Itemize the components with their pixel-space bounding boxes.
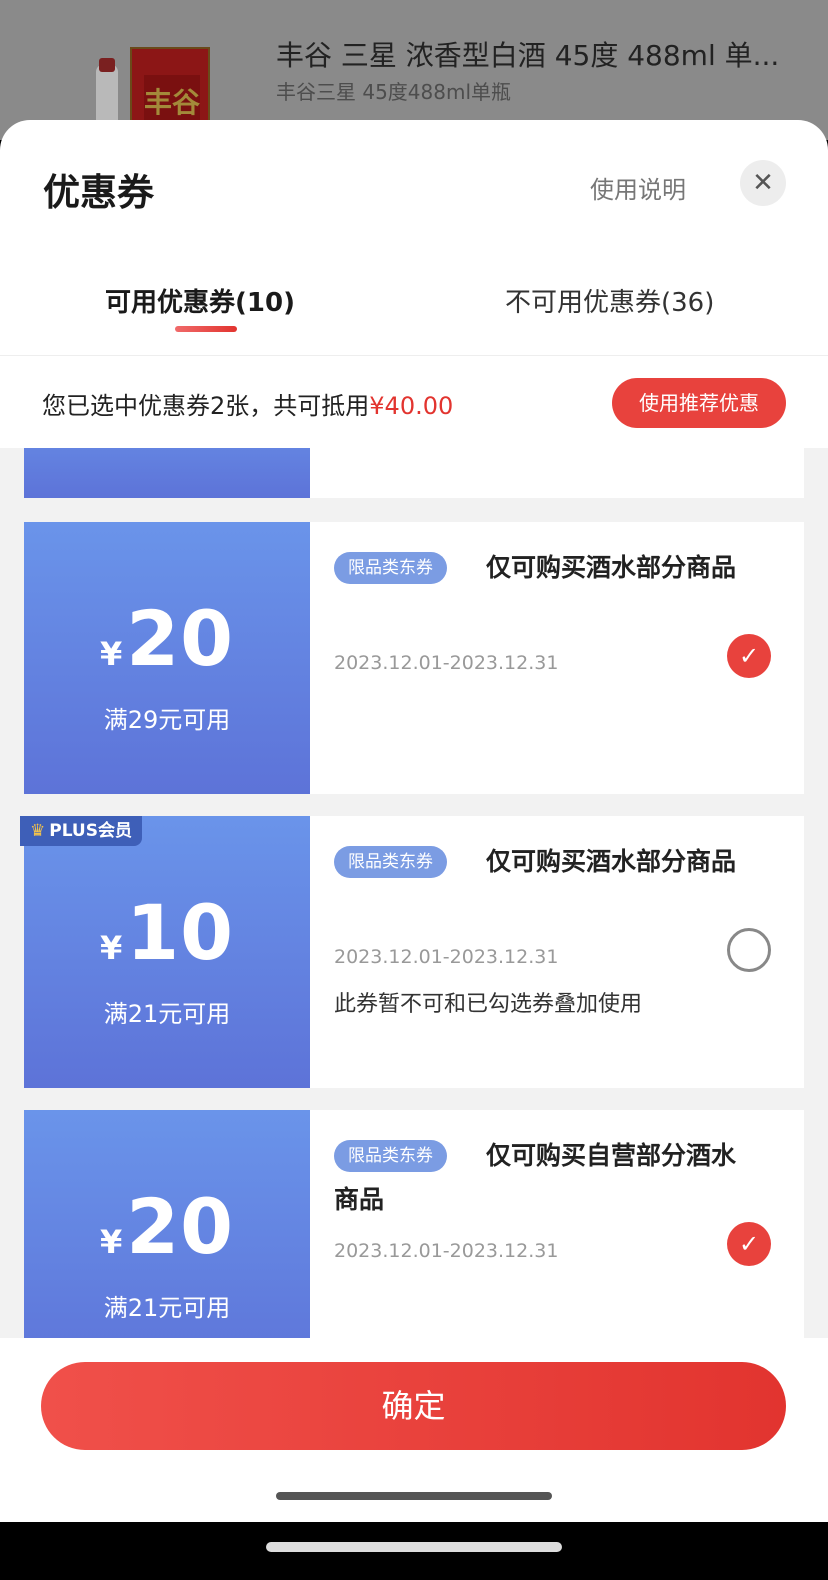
coupon-tag: 限品类东券 — [334, 552, 447, 584]
coupon-note: 此券暂不可和已勾选券叠加使用 — [334, 992, 643, 1017]
crown-icon: ♛ — [30, 821, 46, 841]
sheet-title: 优惠券 — [43, 171, 154, 214]
product-header: 丰谷 丰谷 三星 浓香型白酒 45度 488ml 单... 丰谷三星 45度48… — [0, 0, 828, 140]
product-subtitle: 丰谷三星 45度488ml单瓶 — [276, 80, 512, 104]
coupon-left-panel: ¥20 满29元可用 — [24, 522, 310, 794]
coupon-date-range: 2023.12.01-2023.12.31 — [334, 652, 559, 674]
coupon-card-partial[interactable] — [24, 448, 804, 498]
product-title: 丰谷 三星 浓香型白酒 45度 488ml 单... — [276, 39, 780, 72]
confirm-button[interactable]: 确定 — [41, 1362, 786, 1450]
currency-symbol: ¥ — [99, 1223, 123, 1261]
coupon-amount: ¥10 — [24, 888, 310, 977]
coupon-right-panel: 仅可购买酒水部分商品 限品类东券 2023.12.01-2023.12.31 ✓ — [310, 522, 804, 794]
coupon-list[interactable]: ¥20 满29元可用 仅可购买酒水部分商品 限品类东券 2023.12.01-2… — [0, 448, 828, 1338]
usage-instructions-link[interactable]: 使用说明 — [590, 170, 686, 205]
close-icon[interactable]: ✕ — [740, 160, 786, 206]
coupon-condition: 满21元可用 — [103, 1000, 231, 1028]
amount-value: 10 — [126, 888, 235, 977]
product-image: 丰谷 — [90, 42, 215, 137]
summary-amount: ¥40.00 — [369, 392, 454, 420]
currency-symbol: ¥ — [99, 635, 123, 673]
coupon-amount: ¥20 — [24, 594, 310, 683]
coupon-date-range: 2023.12.01-2023.12.31 — [334, 1240, 559, 1262]
coupon-tag: 限品类东券 — [334, 846, 447, 878]
plus-member-badge: ♛ PLUS会员 — [20, 816, 142, 846]
summary-label: 您已选中优惠券2张，共可抵用 — [42, 392, 370, 420]
gesture-pill[interactable] — [266, 1542, 562, 1552]
coupon-date-range: 2023.12.01-2023.12.31 — [334, 946, 559, 968]
coupon-left-panel: ¥20 满21元可用 — [24, 1110, 310, 1338]
coupon-card[interactable]: ♛ PLUS会员 ¥10 满21元可用 仅可购买酒水部分商品 限品类东券 2023… — [20, 816, 804, 1088]
currency-symbol: ¥ — [99, 929, 123, 967]
amount-value: 20 — [126, 1182, 235, 1271]
coupon-left-panel — [24, 448, 310, 498]
radio-unchecked-icon[interactable] — [727, 928, 771, 972]
coupon-sheet: 优惠券 使用说明 ✕ 可用优惠券(10) 不可用优惠券(36) 您已选中优惠券2… — [0, 120, 828, 1522]
coupon-tabs: 可用优惠券(10) 不可用优惠券(36) — [0, 270, 828, 356]
tab-active-indicator — [175, 326, 237, 332]
amount-value: 20 — [126, 594, 235, 683]
tab-available-coupons[interactable]: 可用优惠券(10) — [105, 282, 295, 319]
coupon-left-panel: ¥10 满21元可用 — [24, 816, 310, 1088]
bottle-cap — [99, 58, 115, 72]
perforation — [24, 448, 30, 498]
summary-text: 您已选中优惠券2张，共可抵用¥40.00 — [42, 386, 453, 421]
use-recommended-button[interactable]: 使用推荐优惠 — [612, 378, 786, 428]
coupon-condition: 满21元可用 — [103, 1294, 231, 1322]
checkmark-icon[interactable]: ✓ — [727, 634, 771, 678]
system-nav-bar — [0, 1522, 828, 1580]
checkmark-icon[interactable]: ✓ — [727, 1222, 771, 1266]
coupon-right-panel: 仅可购买自营部分酒水商品 限品类东券 2023.12.01-2023.12.31… — [310, 1110, 804, 1338]
coupon-card[interactable]: ¥20 满21元可用 仅可购买自营部分酒水商品 限品类东券 2023.12.01… — [24, 1110, 804, 1338]
selection-summary: 您已选中优惠券2张，共可抵用¥40.00 使用推荐优惠 — [0, 356, 828, 448]
coupon-card[interactable]: ¥20 满29元可用 仅可购买酒水部分商品 限品类东券 2023.12.01-2… — [24, 522, 804, 794]
plus-badge-label: PLUS会员 — [49, 821, 132, 841]
coupon-condition: 满29元可用 — [103, 706, 231, 734]
tab-unavailable-coupons[interactable]: 不可用优惠券(36) — [505, 282, 714, 319]
coupon-right-panel: 仅可购买酒水部分商品 限品类东券 2023.12.01-2023.12.31 此… — [310, 816, 804, 1088]
coupon-tag: 限品类东券 — [334, 1140, 447, 1172]
confirm-area: 确定 — [0, 1338, 828, 1522]
coupon-amount: ¥20 — [24, 1182, 310, 1271]
home-indicator — [276, 1492, 552, 1500]
